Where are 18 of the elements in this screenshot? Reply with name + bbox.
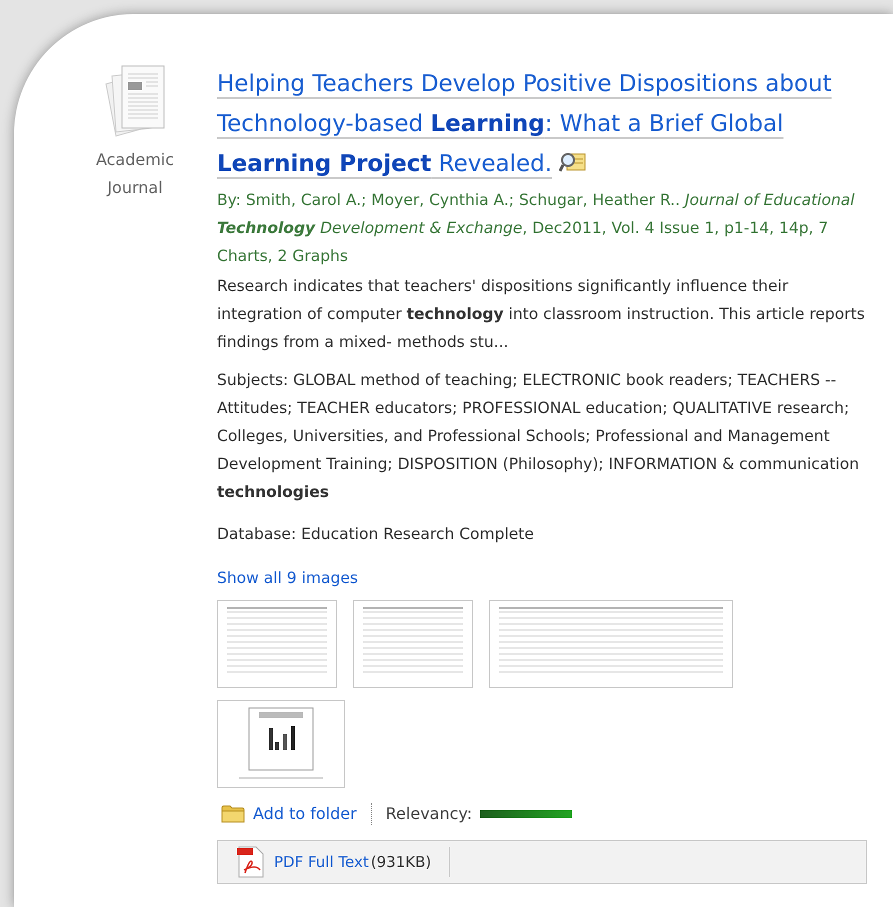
- table-thumbnail[interactable]: [489, 600, 733, 688]
- folder-icon[interactable]: [221, 804, 245, 824]
- file-size: (931KB): [370, 852, 432, 873]
- add-to-folder-link[interactable]: Add to folder: [253, 802, 357, 826]
- abstract-text: Research indicates that teachers' dispositions significantly influence their integration of computer technology into classroom instruction. This article reports findings from a mixed- methods stu...: [217, 276, 866, 353]
- article-title-link[interactable]: Helping Teachers Develop Positive Dispositions about Technology-based Learning: What a Brief Global Learning Project Revealed.: [217, 64, 867, 184]
- subjects-text: Subjects: GLOBAL method of teaching; ELECTRONIC book readers; TEACHERS -- Attitudes; TEACHER educators; PROFESSIONAL education; QUALITATIVE research; Colleges, Universities, and Professional Schools; Professional and Management Development Training; DISPOSITION (Philosophy); INFORMATION & communication technologies: [217, 370, 860, 503]
- chart-thumbnail[interactable]: [217, 700, 345, 788]
- show-images-link[interactable]: Show all 9 images: [217, 564, 867, 592]
- relevancy-label: Relevancy:: [386, 803, 472, 825]
- pdf-full-text-link[interactable]: PDF Full Text: [274, 850, 369, 874]
- database-text: Database: Education Research Complete: [217, 524, 535, 545]
- preview-magnifier-icon: [559, 151, 588, 173]
- publication-type: Academic Journal: [94, 149, 176, 199]
- table-thumbnail[interactable]: [217, 600, 337, 688]
- table-thumbnail[interactable]: [353, 600, 473, 688]
- pdf-file-icon[interactable]: [236, 846, 266, 878]
- source-citation: By: Smith, Carol A.; Moyer, Cynthia A.; Schugar, Heather R.. Journal of Educational Technology Development & Exchange, Dec2011, Vol. 4 Issue 1, p1-14, 14p, 7 Charts, 2 Graphs: [217, 190, 856, 267]
